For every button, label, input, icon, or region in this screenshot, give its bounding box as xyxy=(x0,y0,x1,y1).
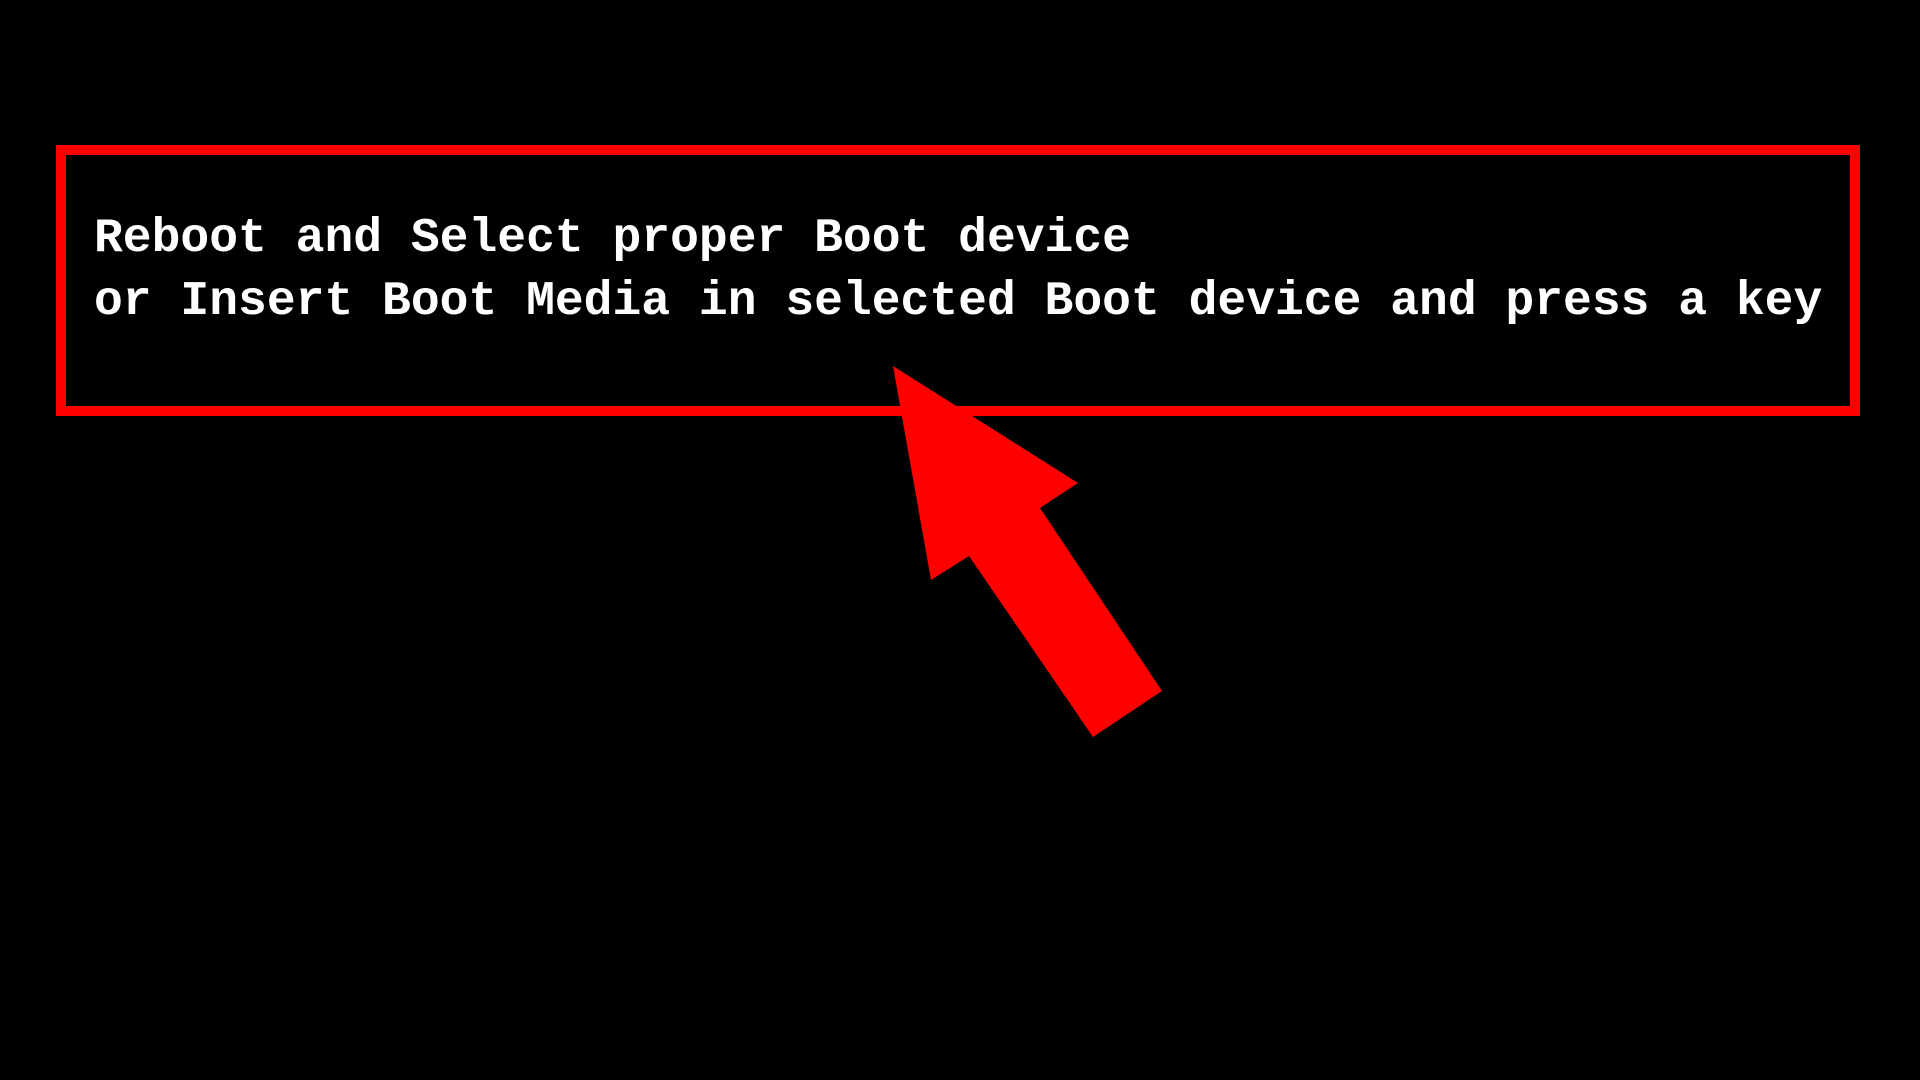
boot-error-line-2: or Insert Boot Media in selected Boot de… xyxy=(94,275,1823,329)
arrow-shape xyxy=(893,366,1162,737)
boot-error-line-1: Reboot and Select proper Boot device xyxy=(94,212,1131,266)
